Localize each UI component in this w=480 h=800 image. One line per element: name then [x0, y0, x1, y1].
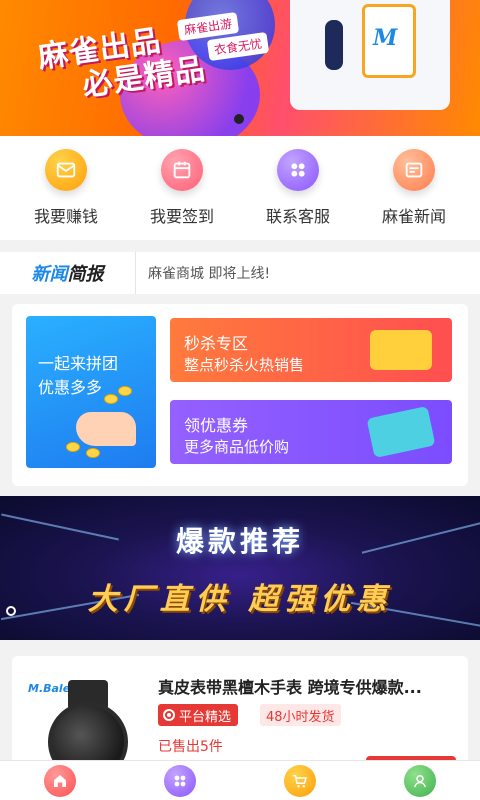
flash-sale-title: 秒杀专区 [184, 334, 249, 353]
gift-icon [370, 330, 432, 370]
flash-sale-subtitle: 整点秒杀火热销售 [184, 356, 305, 374]
platform-tag-label: 平台精选 [179, 709, 232, 725]
group-buy-subtitle: 优惠多多 [38, 378, 103, 397]
cart-icon [293, 774, 307, 787]
app-logo: M [373, 25, 398, 51]
coin-icon [86, 448, 100, 458]
sold-count: 已售出5件 [158, 739, 223, 755]
group-buy-title: 一起来拼团 [38, 354, 119, 373]
quick-action-support[interactable]: 联系客服 [243, 149, 353, 227]
promo-card: 一起来拼团 优惠多多 秒杀专区 整点秒杀火热销售 领优惠券 更多商品低价购 [12, 304, 468, 486]
hot-banner-subtitle: 大厂直供 超强优惠 [87, 582, 393, 617]
quick-action-row: 我要赚钱 我要签到 联系客服 麻雀新闻 [0, 136, 480, 240]
hot-recommend-banner[interactable]: 爆款推荐 大厂直供 超强优惠 [0, 496, 480, 640]
user-icon [414, 774, 426, 787]
news-logo-part: 简报 [67, 264, 104, 285]
quick-action-label: 联系客服 [265, 207, 330, 226]
quick-action-label: 我要赚钱 [33, 207, 98, 226]
news-logo-part: 新闻 [31, 264, 68, 285]
news-ticker[interactable]: 新闻 简报 麻雀商城 即将上线! [0, 252, 480, 294]
grid-icon [174, 775, 186, 786]
phone-illustration: M [362, 4, 416, 78]
quick-action-label: 麻雀新闻 [381, 207, 446, 226]
top-banner[interactable]: M 麻雀出品 必是精品 麻雀出游 衣食无忧 [0, 0, 480, 136]
quick-action-earn[interactable]: 我要赚钱 [11, 149, 121, 227]
nav-home[interactable] [44, 764, 76, 797]
bottom-nav [0, 760, 480, 800]
banner-decoration [6, 606, 16, 616]
coin-icon [104, 394, 118, 404]
hot-banner-title: 爆款推荐 [175, 525, 304, 558]
flash-sale-banner[interactable]: 秒杀专区 整点秒杀火热销售 [170, 318, 452, 382]
quick-action-label: 我要签到 [149, 207, 214, 226]
target-icon [163, 709, 175, 721]
coupon-icon [366, 405, 436, 459]
coupon-subtitle: 更多商品低价购 [184, 438, 290, 456]
nav-profile[interactable] [404, 764, 436, 797]
nav-cart[interactable] [284, 764, 316, 797]
quick-action-checkin[interactable]: 我要签到 [127, 149, 237, 227]
news-headline[interactable]: 麻雀商城 即将上线! [136, 263, 270, 283]
news-logo: 新闻 简报 [0, 252, 136, 294]
person-illustration [325, 20, 343, 70]
hand-coins-illustration [76, 412, 136, 446]
envelope-icon [45, 149, 87, 191]
coin-icon [66, 442, 80, 452]
shipping-tag: 48小时发货 [260, 704, 341, 726]
calendar-icon [161, 149, 203, 191]
product-name[interactable]: 真皮表带黑檀木手表 跨境专供爆款... [158, 674, 458, 698]
group-buy-banner[interactable]: 一起来拼团 优惠多多 [26, 316, 156, 468]
home-icon [54, 774, 66, 787]
platform-tag: 平台精选 [158, 704, 239, 726]
product-card[interactable]: M.Bale 真皮表带黑檀木手表 跨境专供爆款... 平台精选 48小时发货 已… [12, 656, 468, 782]
product-brand: M.Bale [28, 682, 71, 695]
nav-category[interactable] [164, 764, 196, 797]
grid-icon [277, 149, 319, 191]
carousel-indicator[interactable] [234, 114, 244, 124]
news-icon [393, 149, 435, 191]
quick-action-news[interactable]: 麻雀新闻 [359, 149, 469, 227]
coupon-banner[interactable]: 领优惠券 更多商品低价购 [170, 400, 452, 464]
coin-icon [118, 386, 132, 396]
coupon-title: 领优惠券 [184, 416, 249, 435]
